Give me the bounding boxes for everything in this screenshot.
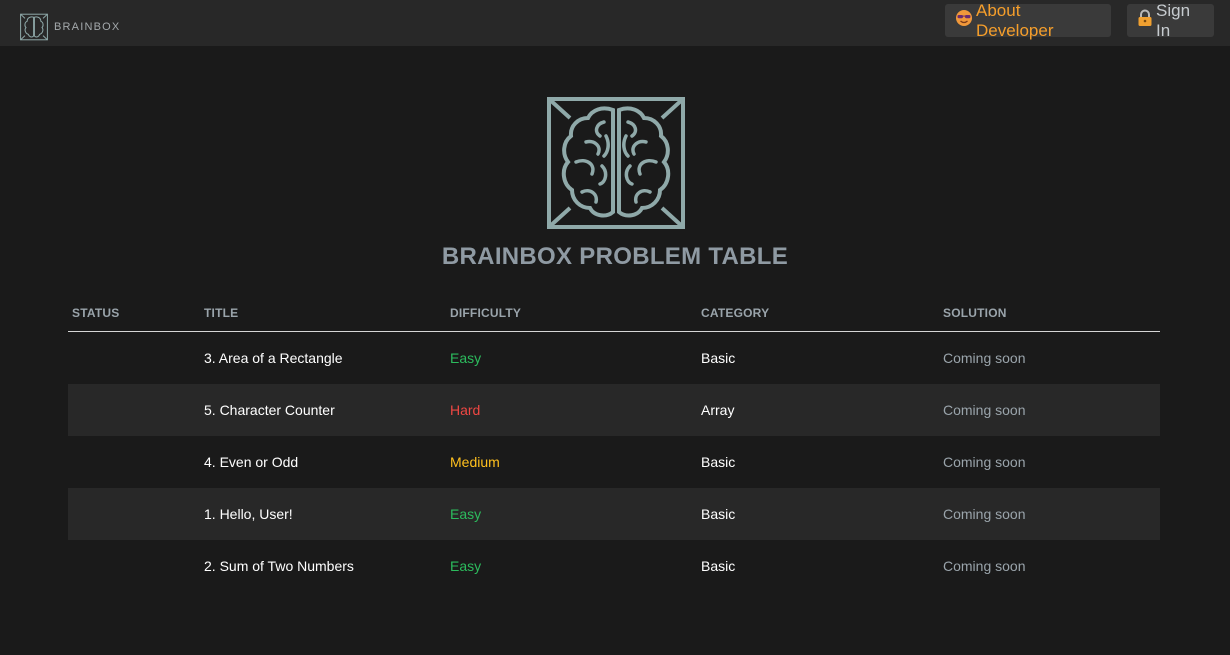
sign-in-button[interactable]: Sign In [1127,1,1214,40]
table-row: 4. Even or Odd Medium Basic Coming soon [68,436,1160,488]
brain-icon [20,13,48,41]
solution-label: Coming soon [943,402,1026,418]
table-row: 3. Area of a Rectangle Easy Basic Coming… [68,332,1160,384]
header-difficulty: DIFFICULTY [450,306,522,320]
category-label: Array [701,402,735,418]
problem-title-link[interactable]: 1. Hello, User! [204,506,293,522]
category-label: Basic [701,350,736,366]
category-label: Basic [701,454,736,470]
lock-icon [1137,9,1153,32]
problem-title-link[interactable]: 2. Sum of Two Numbers [204,558,354,574]
brain-icon [547,97,685,229]
problem-title-link[interactable]: 5. Character Counter [204,402,335,418]
problem-table: STATUS TITLE DIFFICULTY CATEGORY SOLUTIO… [68,298,1160,592]
table-row: 5. Character Counter Hard Array Coming s… [68,384,1160,436]
problem-title-link[interactable]: 4. Even or Odd [204,454,298,470]
about-developer-label: About Developer [976,0,1054,40]
top-navbar: BRAINBOX About Developer Sign In [0,0,1230,46]
difficulty-label: Hard [450,402,481,418]
brand-logo[interactable]: BRAINBOX [20,13,120,41]
about-developer-button[interactable]: About Developer [945,1,1111,40]
category-label: Basic [701,506,736,522]
solution-label: Coming soon [943,454,1026,470]
difficulty-label: Easy [450,350,482,366]
header-category: CATEGORY [701,306,770,320]
sign-in-label: Sign In [1156,0,1191,40]
difficulty-label: Easy [450,506,482,522]
brand-name: BRAINBOX [54,21,121,33]
category-label: Basic [701,558,736,574]
difficulty-label: Medium [450,454,500,470]
solution-label: Coming soon [943,350,1026,366]
table-row: 2. Sum of Two Numbers Easy Basic Coming … [68,540,1160,592]
header-status: STATUS [72,306,120,320]
header-solution: SOLUTION [943,306,1007,320]
problem-title-link[interactable]: 3. Area of a Rectangle [204,350,343,366]
table-header: STATUS TITLE DIFFICULTY CATEGORY SOLUTIO… [68,298,1160,332]
difficulty-label: Easy [450,558,482,574]
sunglasses-face-icon [955,9,973,32]
table-row: 1. Hello, User! Easy Basic Coming soon [68,488,1160,540]
solution-label: Coming soon [943,506,1026,522]
page-title: BRAINBOX PROBLEM TABLE [441,243,789,270]
header-title: TITLE [204,306,239,320]
solution-label: Coming soon [943,558,1026,574]
